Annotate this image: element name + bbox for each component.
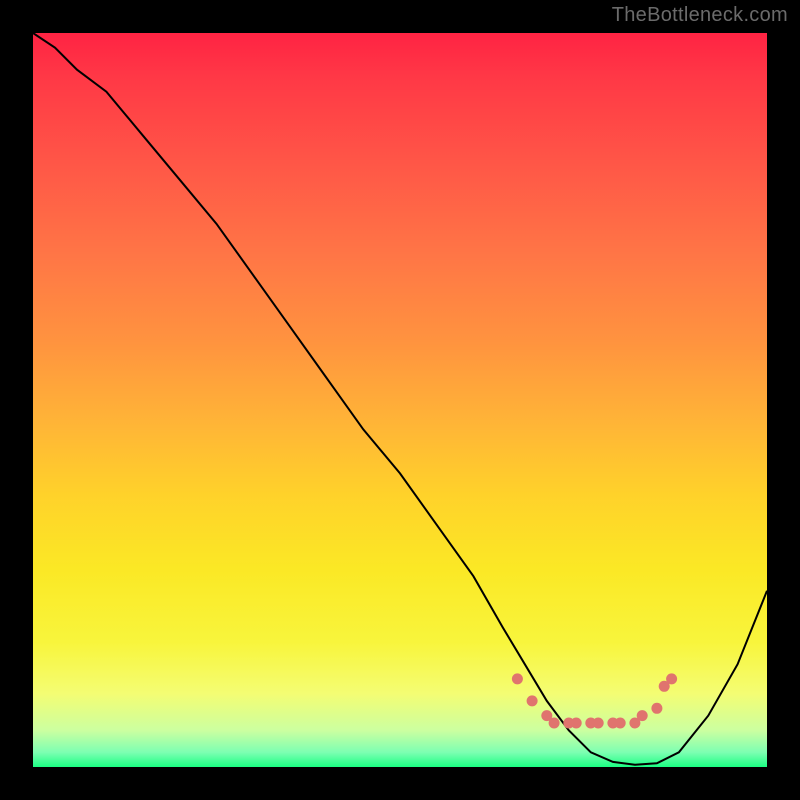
- plot-area: [33, 33, 767, 767]
- chart-container: TheBottleneck.com: [0, 0, 800, 800]
- marker-dot: [527, 695, 538, 706]
- marker-dot: [571, 718, 582, 729]
- marker-dot: [549, 718, 560, 729]
- marker-dot: [593, 718, 604, 729]
- marker-dot: [615, 718, 626, 729]
- marker-dot: [666, 673, 677, 684]
- marker-dot: [651, 703, 662, 714]
- watermark-text: TheBottleneck.com: [612, 4, 788, 27]
- marker-dot: [637, 710, 648, 721]
- bottleneck-curve: [33, 33, 767, 765]
- chart-svg: [33, 33, 767, 767]
- optimal-range-markers: [512, 673, 677, 728]
- marker-dot: [512, 673, 523, 684]
